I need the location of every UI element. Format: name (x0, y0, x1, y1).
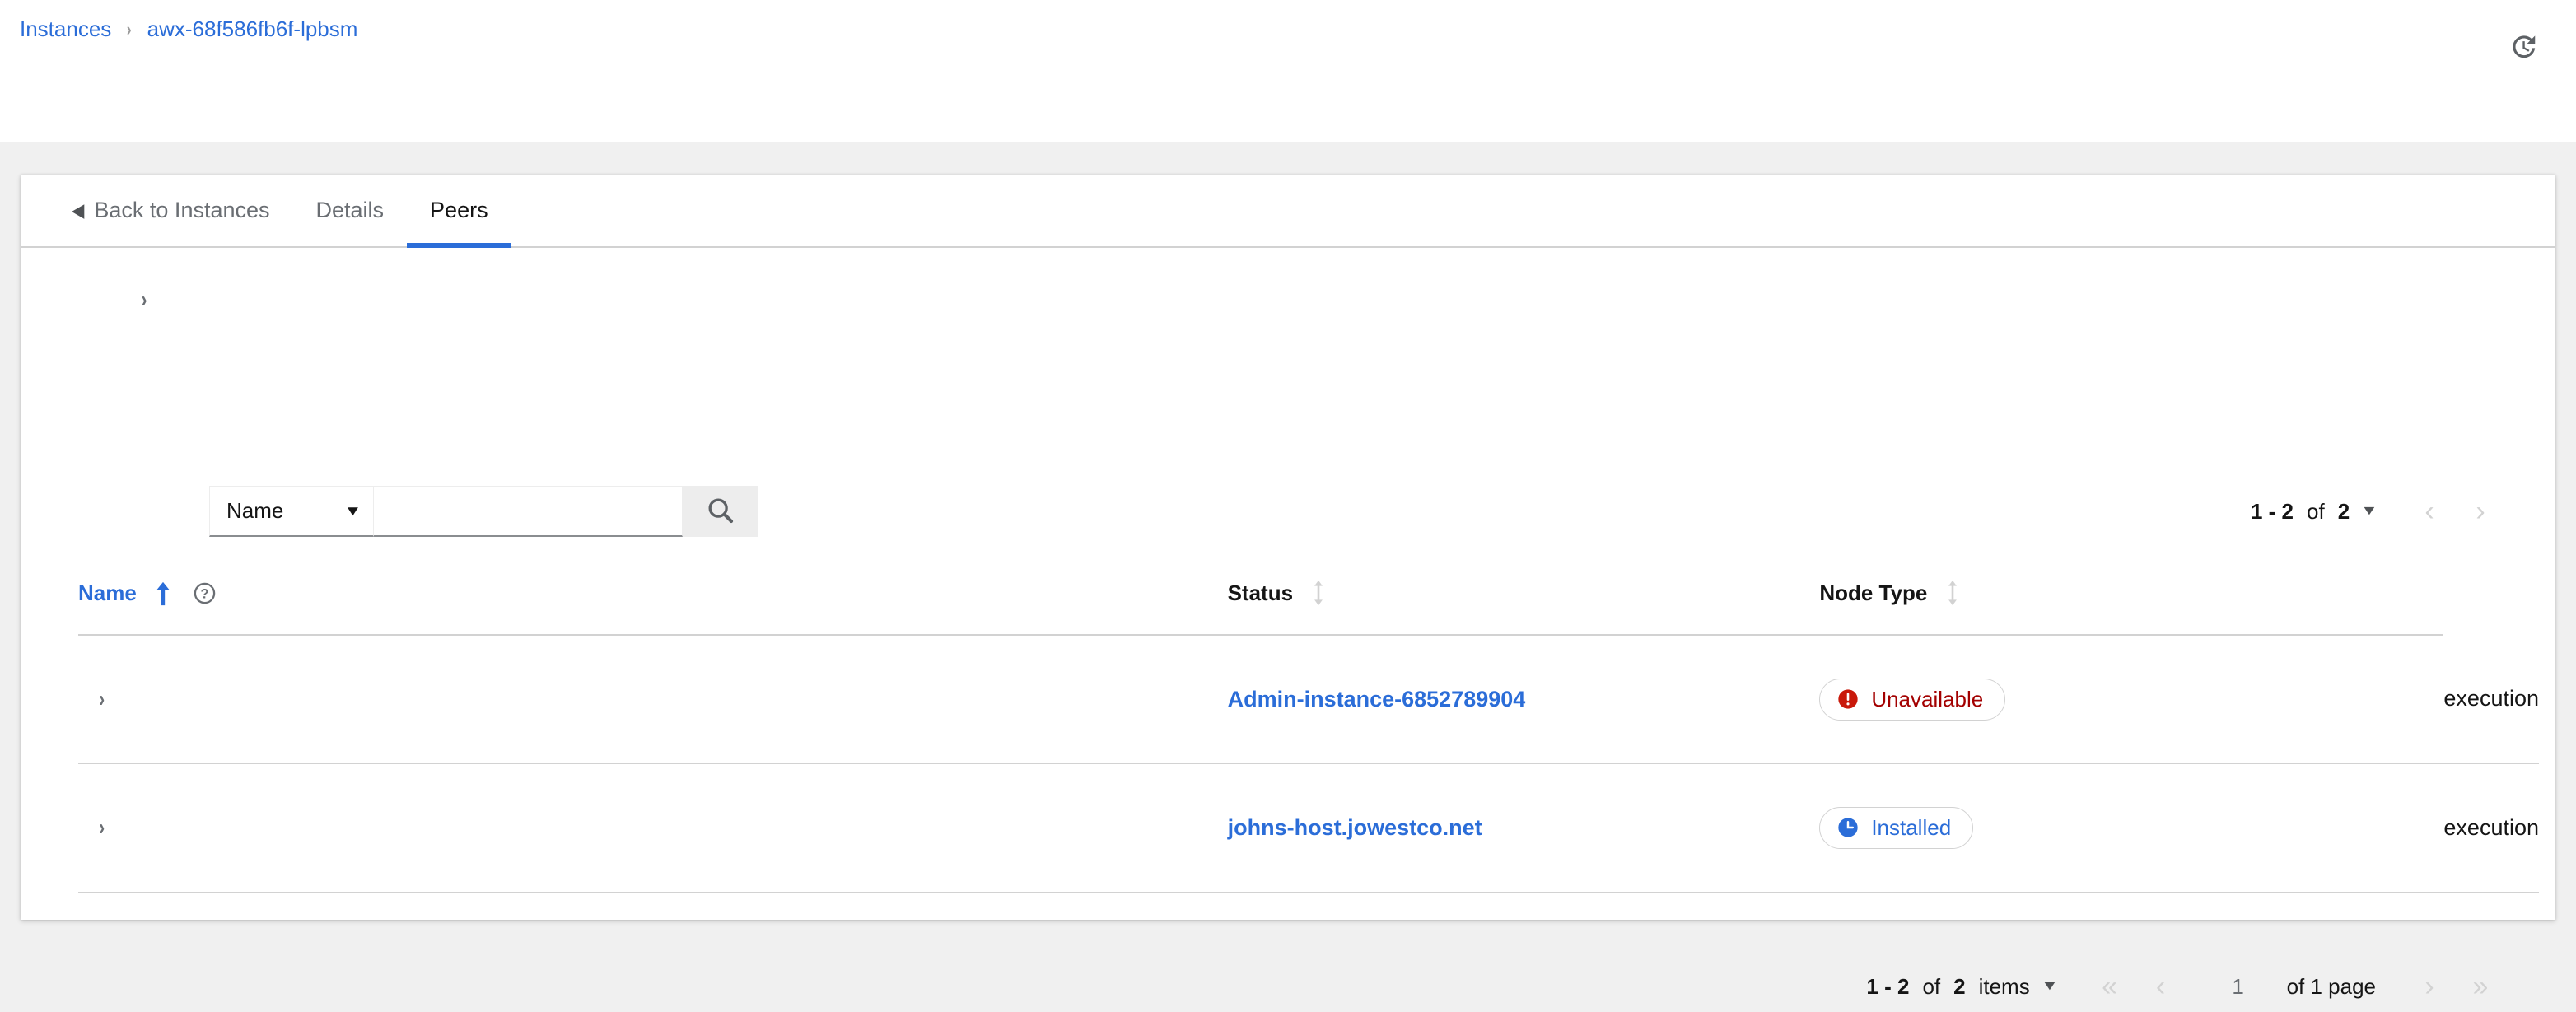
row-expand-toggle[interactable]: › (78, 763, 1228, 892)
filter-type-value: Name (226, 498, 283, 524)
cell-name: Admin-instance-6852789904 (1228, 635, 1820, 763)
column-header-name-label: Name (78, 581, 137, 606)
row-expand-toggle[interactable]: › (78, 635, 1228, 763)
tab-peers-label: Peers (430, 198, 488, 223)
tab-bar: ◀ Back to Instances Details Peers (21, 175, 2555, 248)
pagination-next-button[interactable]: › (2404, 961, 2455, 1012)
filter-type-select[interactable]: Name ▼ (209, 486, 374, 537)
column-header-name[interactable]: Name ? (78, 580, 1228, 635)
search-filter-group: Name ▼ (209, 486, 758, 537)
column-header-node-type[interactable]: Node Type (1819, 580, 2443, 635)
sort-unsorted-icon[interactable] (1311, 580, 1326, 606)
top-bar: Instances › awx-68f586fb6f-lpbsm (0, 0, 2576, 142)
clock-icon (1836, 816, 1860, 839)
peer-name-link[interactable]: Admin-instance-6852789904 (1228, 687, 1526, 711)
cell-status: Installed (1819, 763, 2443, 892)
breadcrumb-item-instance[interactable]: awx-68f586fb6f-lpbsm (147, 16, 358, 42)
table-header-row: Name ? (78, 580, 2539, 635)
column-header-node-type-label: Node Type (1819, 581, 1927, 606)
peers-table: Name ? (78, 580, 2539, 893)
breadcrumb-item-instances[interactable]: Instances (20, 16, 111, 42)
sort-unsorted-icon[interactable] (1945, 580, 1960, 606)
search-button[interactable] (683, 486, 758, 537)
column-header-status[interactable]: Status (1228, 580, 1820, 635)
pagination-bottom-range: 1 - 2 (1866, 974, 1909, 999)
exclamation-circle-icon (1836, 688, 1860, 711)
table-toolbar: › (21, 248, 2555, 351)
pagination-bottom-summary[interactable]: 1 - 2 of 2 items ▼ (1866, 974, 2056, 1000)
status-badge: Unavailable (1819, 679, 2005, 721)
tab-details-label: Details (316, 198, 385, 223)
pagination-top: 1 - 2 of 2 ▼ ‹ › (2251, 486, 2506, 537)
search-icon (705, 495, 736, 529)
tab-back-to-instances[interactable]: ◀ Back to Instances (52, 175, 293, 246)
back-caret-icon: ◀ (72, 201, 84, 220)
table-row: › johns-host.jowestco.net Installed (78, 763, 2539, 892)
page-number-input[interactable] (2208, 961, 2269, 1012)
pagination-first-button[interactable]: « (2084, 961, 2135, 1012)
pagination-total-pages-label: of 1 page (2287, 974, 2376, 1000)
pagination-bottom-caret-icon: ▼ (2041, 979, 2058, 994)
pagination-bottom: 1 - 2 of 2 items ▼ « ‹ of 1 page › » (1866, 961, 2506, 1012)
sort-ascending-icon[interactable] (155, 581, 171, 606)
pagination-top-prev-button[interactable]: ‹ (2404, 486, 2455, 537)
pagination-last-button[interactable]: » (2455, 961, 2506, 1012)
search-input[interactable] (374, 486, 683, 537)
toolbar-expand-toggle-icon[interactable]: › (132, 283, 156, 316)
breadcrumb: Instances › awx-68f586fb6f-lpbsm (20, 16, 357, 42)
status-badge-label: Unavailable (1871, 687, 1983, 712)
peer-name-link[interactable]: johns-host.jowestco.net (1228, 815, 1482, 840)
chevron-right-icon: › (99, 814, 105, 841)
pagination-top-next-button[interactable]: › (2455, 486, 2506, 537)
cell-node-type: execution (2443, 635, 2539, 763)
chevron-down-icon: ▼ (344, 503, 362, 520)
status-badge: Installed (1819, 807, 1973, 849)
table-row: › Admin-instance-6852789904 (78, 635, 2539, 763)
tab-peers[interactable]: Peers (407, 175, 511, 246)
pagination-bottom-total: 2 (1953, 974, 1965, 999)
peers-table-head: Name ? (78, 580, 2539, 635)
pagination-top-caret-icon: ▼ (2360, 504, 2378, 519)
history-icon[interactable] (2500, 23, 2546, 69)
peers-card: ◀ Back to Instances Details Peers › Name… (21, 175, 2555, 920)
tab-back-label: Back to Instances (94, 198, 269, 223)
pagination-top-of: of (2307, 499, 2325, 525)
tab-details[interactable]: Details (293, 175, 408, 246)
pagination-bottom-of: of (1922, 974, 1940, 1000)
pagination-top-total: 2 (2338, 499, 2350, 524)
peers-table-body: › Admin-instance-6852789904 (78, 635, 2539, 892)
cell-status: Unavailable (1819, 635, 2443, 763)
pagination-prev-button[interactable]: ‹ (2135, 961, 2186, 1012)
pagination-top-summary[interactable]: 1 - 2 of 2 ▼ (2251, 499, 2376, 525)
status-badge-label: Installed (1871, 815, 1951, 841)
chevron-right-icon: › (99, 686, 105, 712)
cell-node-type: execution (2443, 763, 2539, 892)
column-header-status-label: Status (1228, 581, 1293, 606)
pagination-bottom-items-label: items (1979, 974, 2030, 1000)
help-icon[interactable]: ? (193, 581, 217, 605)
breadcrumb-separator-icon: › (127, 21, 132, 39)
pagination-top-range: 1 - 2 (2251, 499, 2294, 524)
cell-name: johns-host.jowestco.net (1228, 763, 1820, 892)
svg-text:?: ? (200, 587, 208, 602)
